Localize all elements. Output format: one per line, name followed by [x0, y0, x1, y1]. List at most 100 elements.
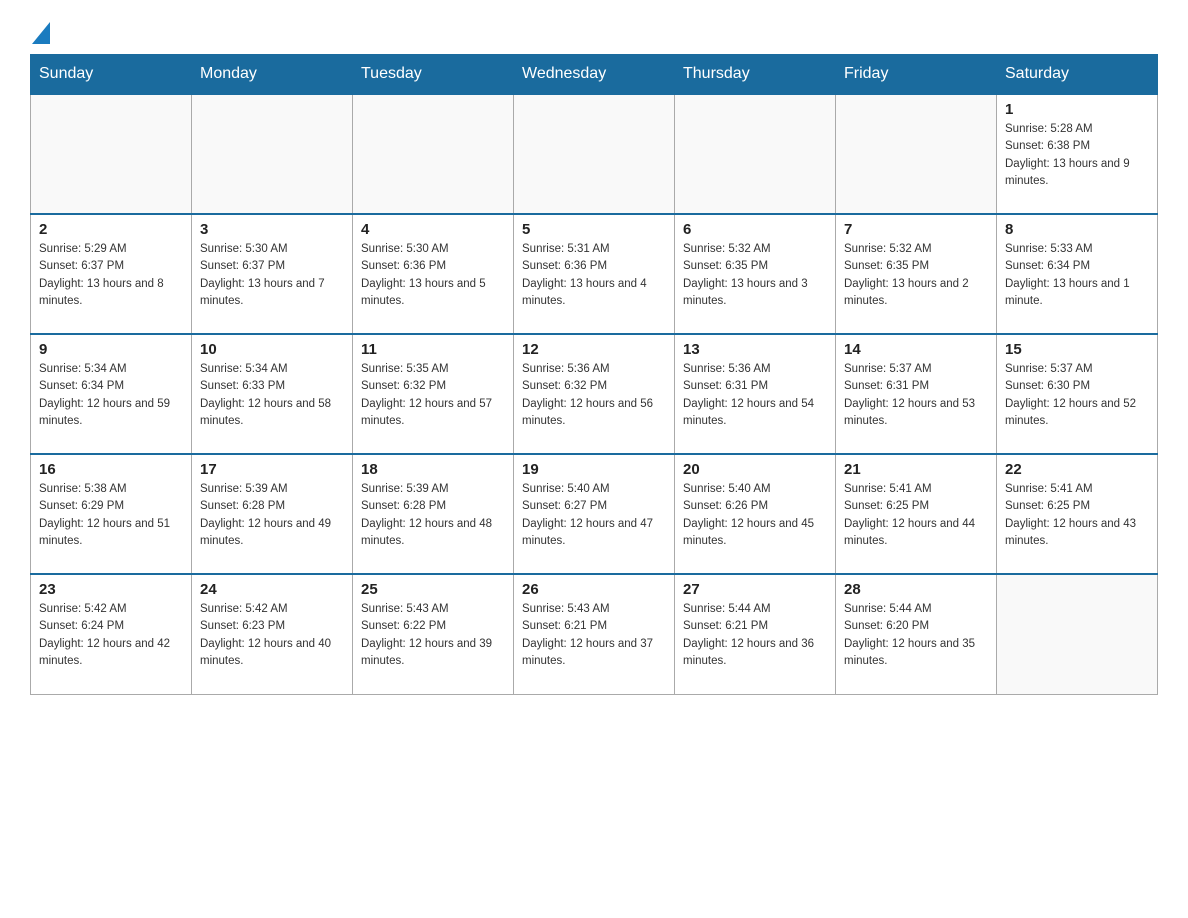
calendar-cell: 3 Sunrise: 5:30 AMSunset: 6:37 PMDaylight…	[192, 214, 353, 334]
week-row-1: 1 Sunrise: 5:28 AMSunset: 6:38 PMDaylight…	[31, 94, 1158, 214]
weekday-header-thursday: Thursday	[675, 55, 836, 95]
day-info: Sunrise: 5:43 AMSunset: 6:21 PMDaylight:…	[522, 601, 666, 670]
calendar-cell: 2 Sunrise: 5:29 AMSunset: 6:37 PMDaylight…	[31, 214, 192, 334]
day-number: 16	[39, 461, 183, 478]
day-info: Sunrise: 5:31 AMSunset: 6:36 PMDaylight:…	[522, 241, 666, 310]
calendar-cell	[353, 94, 514, 214]
day-number: 14	[844, 341, 988, 358]
logo-triangle-icon	[32, 22, 50, 44]
day-info: Sunrise: 5:41 AMSunset: 6:25 PMDaylight:…	[1005, 481, 1149, 550]
calendar-cell: 6 Sunrise: 5:32 AMSunset: 6:35 PMDaylight…	[675, 214, 836, 334]
day-info: Sunrise: 5:40 AMSunset: 6:26 PMDaylight:…	[683, 481, 827, 550]
day-number: 15	[1005, 341, 1149, 358]
calendar-cell: 23 Sunrise: 5:42 AMSunset: 6:24 PMDayligh…	[31, 574, 192, 694]
day-info: Sunrise: 5:34 AMSunset: 6:33 PMDaylight:…	[200, 361, 344, 430]
calendar-cell: 10 Sunrise: 5:34 AMSunset: 6:33 PMDayligh…	[192, 334, 353, 454]
day-number: 7	[844, 221, 988, 238]
calendar-cell: 19 Sunrise: 5:40 AMSunset: 6:27 PMDayligh…	[514, 454, 675, 574]
day-number: 27	[683, 581, 827, 598]
day-number: 23	[39, 581, 183, 598]
calendar-cell: 18 Sunrise: 5:39 AMSunset: 6:28 PMDayligh…	[353, 454, 514, 574]
weekday-header-monday: Monday	[192, 55, 353, 95]
day-number: 4	[361, 221, 505, 238]
day-info: Sunrise: 5:39 AMSunset: 6:28 PMDaylight:…	[200, 481, 344, 550]
day-info: Sunrise: 5:42 AMSunset: 6:24 PMDaylight:…	[39, 601, 183, 670]
day-number: 25	[361, 581, 505, 598]
calendar-cell	[997, 574, 1158, 694]
day-number: 9	[39, 341, 183, 358]
day-number: 24	[200, 581, 344, 598]
day-info: Sunrise: 5:30 AMSunset: 6:36 PMDaylight:…	[361, 241, 505, 310]
day-info: Sunrise: 5:35 AMSunset: 6:32 PMDaylight:…	[361, 361, 505, 430]
week-row-4: 16 Sunrise: 5:38 AMSunset: 6:29 PMDayligh…	[31, 454, 1158, 574]
day-info: Sunrise: 5:33 AMSunset: 6:34 PMDaylight:…	[1005, 241, 1149, 310]
day-info: Sunrise: 5:36 AMSunset: 6:32 PMDaylight:…	[522, 361, 666, 430]
calendar-cell: 26 Sunrise: 5:43 AMSunset: 6:21 PMDayligh…	[514, 574, 675, 694]
weekday-header-tuesday: Tuesday	[353, 55, 514, 95]
calendar-cell: 15 Sunrise: 5:37 AMSunset: 6:30 PMDayligh…	[997, 334, 1158, 454]
calendar-cell: 24 Sunrise: 5:42 AMSunset: 6:23 PMDayligh…	[192, 574, 353, 694]
day-number: 3	[200, 221, 344, 238]
day-info: Sunrise: 5:29 AMSunset: 6:37 PMDaylight:…	[39, 241, 183, 310]
weekday-header-saturday: Saturday	[997, 55, 1158, 95]
calendar-cell: 21 Sunrise: 5:41 AMSunset: 6:25 PMDayligh…	[836, 454, 997, 574]
weekday-header-wednesday: Wednesday	[514, 55, 675, 95]
day-number: 12	[522, 341, 666, 358]
day-number: 11	[361, 341, 505, 358]
day-info: Sunrise: 5:30 AMSunset: 6:37 PMDaylight:…	[200, 241, 344, 310]
day-number: 28	[844, 581, 988, 598]
calendar-cell: 7 Sunrise: 5:32 AMSunset: 6:35 PMDaylight…	[836, 214, 997, 334]
day-info: Sunrise: 5:44 AMSunset: 6:21 PMDaylight:…	[683, 601, 827, 670]
day-info: Sunrise: 5:37 AMSunset: 6:31 PMDaylight:…	[844, 361, 988, 430]
page-header	[30, 20, 1158, 44]
calendar-cell: 16 Sunrise: 5:38 AMSunset: 6:29 PMDayligh…	[31, 454, 192, 574]
day-info: Sunrise: 5:43 AMSunset: 6:22 PMDaylight:…	[361, 601, 505, 670]
weekday-header-friday: Friday	[836, 55, 997, 95]
day-info: Sunrise: 5:32 AMSunset: 6:35 PMDaylight:…	[683, 241, 827, 310]
calendar-cell: 25 Sunrise: 5:43 AMSunset: 6:22 PMDayligh…	[353, 574, 514, 694]
calendar-cell: 1 Sunrise: 5:28 AMSunset: 6:38 PMDaylight…	[997, 94, 1158, 214]
day-number: 1	[1005, 101, 1149, 118]
day-number: 5	[522, 221, 666, 238]
day-info: Sunrise: 5:39 AMSunset: 6:28 PMDaylight:…	[361, 481, 505, 550]
calendar-cell	[192, 94, 353, 214]
logo	[30, 20, 50, 44]
day-number: 21	[844, 461, 988, 478]
week-row-3: 9 Sunrise: 5:34 AMSunset: 6:34 PMDaylight…	[31, 334, 1158, 454]
day-info: Sunrise: 5:34 AMSunset: 6:34 PMDaylight:…	[39, 361, 183, 430]
day-info: Sunrise: 5:36 AMSunset: 6:31 PMDaylight:…	[683, 361, 827, 430]
calendar-table: SundayMondayTuesdayWednesdayThursdayFrid…	[30, 54, 1158, 695]
day-number: 18	[361, 461, 505, 478]
day-number: 10	[200, 341, 344, 358]
day-info: Sunrise: 5:40 AMSunset: 6:27 PMDaylight:…	[522, 481, 666, 550]
day-number: 22	[1005, 461, 1149, 478]
calendar-cell: 14 Sunrise: 5:37 AMSunset: 6:31 PMDayligh…	[836, 334, 997, 454]
calendar-cell	[836, 94, 997, 214]
calendar-cell: 28 Sunrise: 5:44 AMSunset: 6:20 PMDayligh…	[836, 574, 997, 694]
day-info: Sunrise: 5:42 AMSunset: 6:23 PMDaylight:…	[200, 601, 344, 670]
calendar-cell	[675, 94, 836, 214]
calendar-cell: 27 Sunrise: 5:44 AMSunset: 6:21 PMDayligh…	[675, 574, 836, 694]
day-number: 2	[39, 221, 183, 238]
calendar-cell: 4 Sunrise: 5:30 AMSunset: 6:36 PMDaylight…	[353, 214, 514, 334]
calendar-cell: 12 Sunrise: 5:36 AMSunset: 6:32 PMDayligh…	[514, 334, 675, 454]
week-row-2: 2 Sunrise: 5:29 AMSunset: 6:37 PMDaylight…	[31, 214, 1158, 334]
day-number: 19	[522, 461, 666, 478]
week-row-5: 23 Sunrise: 5:42 AMSunset: 6:24 PMDayligh…	[31, 574, 1158, 694]
day-number: 20	[683, 461, 827, 478]
day-info: Sunrise: 5:28 AMSunset: 6:38 PMDaylight:…	[1005, 121, 1149, 190]
day-info: Sunrise: 5:37 AMSunset: 6:30 PMDaylight:…	[1005, 361, 1149, 430]
calendar-cell: 13 Sunrise: 5:36 AMSunset: 6:31 PMDayligh…	[675, 334, 836, 454]
calendar-cell: 5 Sunrise: 5:31 AMSunset: 6:36 PMDaylight…	[514, 214, 675, 334]
day-info: Sunrise: 5:32 AMSunset: 6:35 PMDaylight:…	[844, 241, 988, 310]
day-number: 6	[683, 221, 827, 238]
day-info: Sunrise: 5:38 AMSunset: 6:29 PMDaylight:…	[39, 481, 183, 550]
calendar-cell	[31, 94, 192, 214]
day-number: 8	[1005, 221, 1149, 238]
day-number: 26	[522, 581, 666, 598]
day-number: 13	[683, 341, 827, 358]
calendar-cell: 8 Sunrise: 5:33 AMSunset: 6:34 PMDaylight…	[997, 214, 1158, 334]
day-info: Sunrise: 5:41 AMSunset: 6:25 PMDaylight:…	[844, 481, 988, 550]
calendar-cell	[514, 94, 675, 214]
day-info: Sunrise: 5:44 AMSunset: 6:20 PMDaylight:…	[844, 601, 988, 670]
